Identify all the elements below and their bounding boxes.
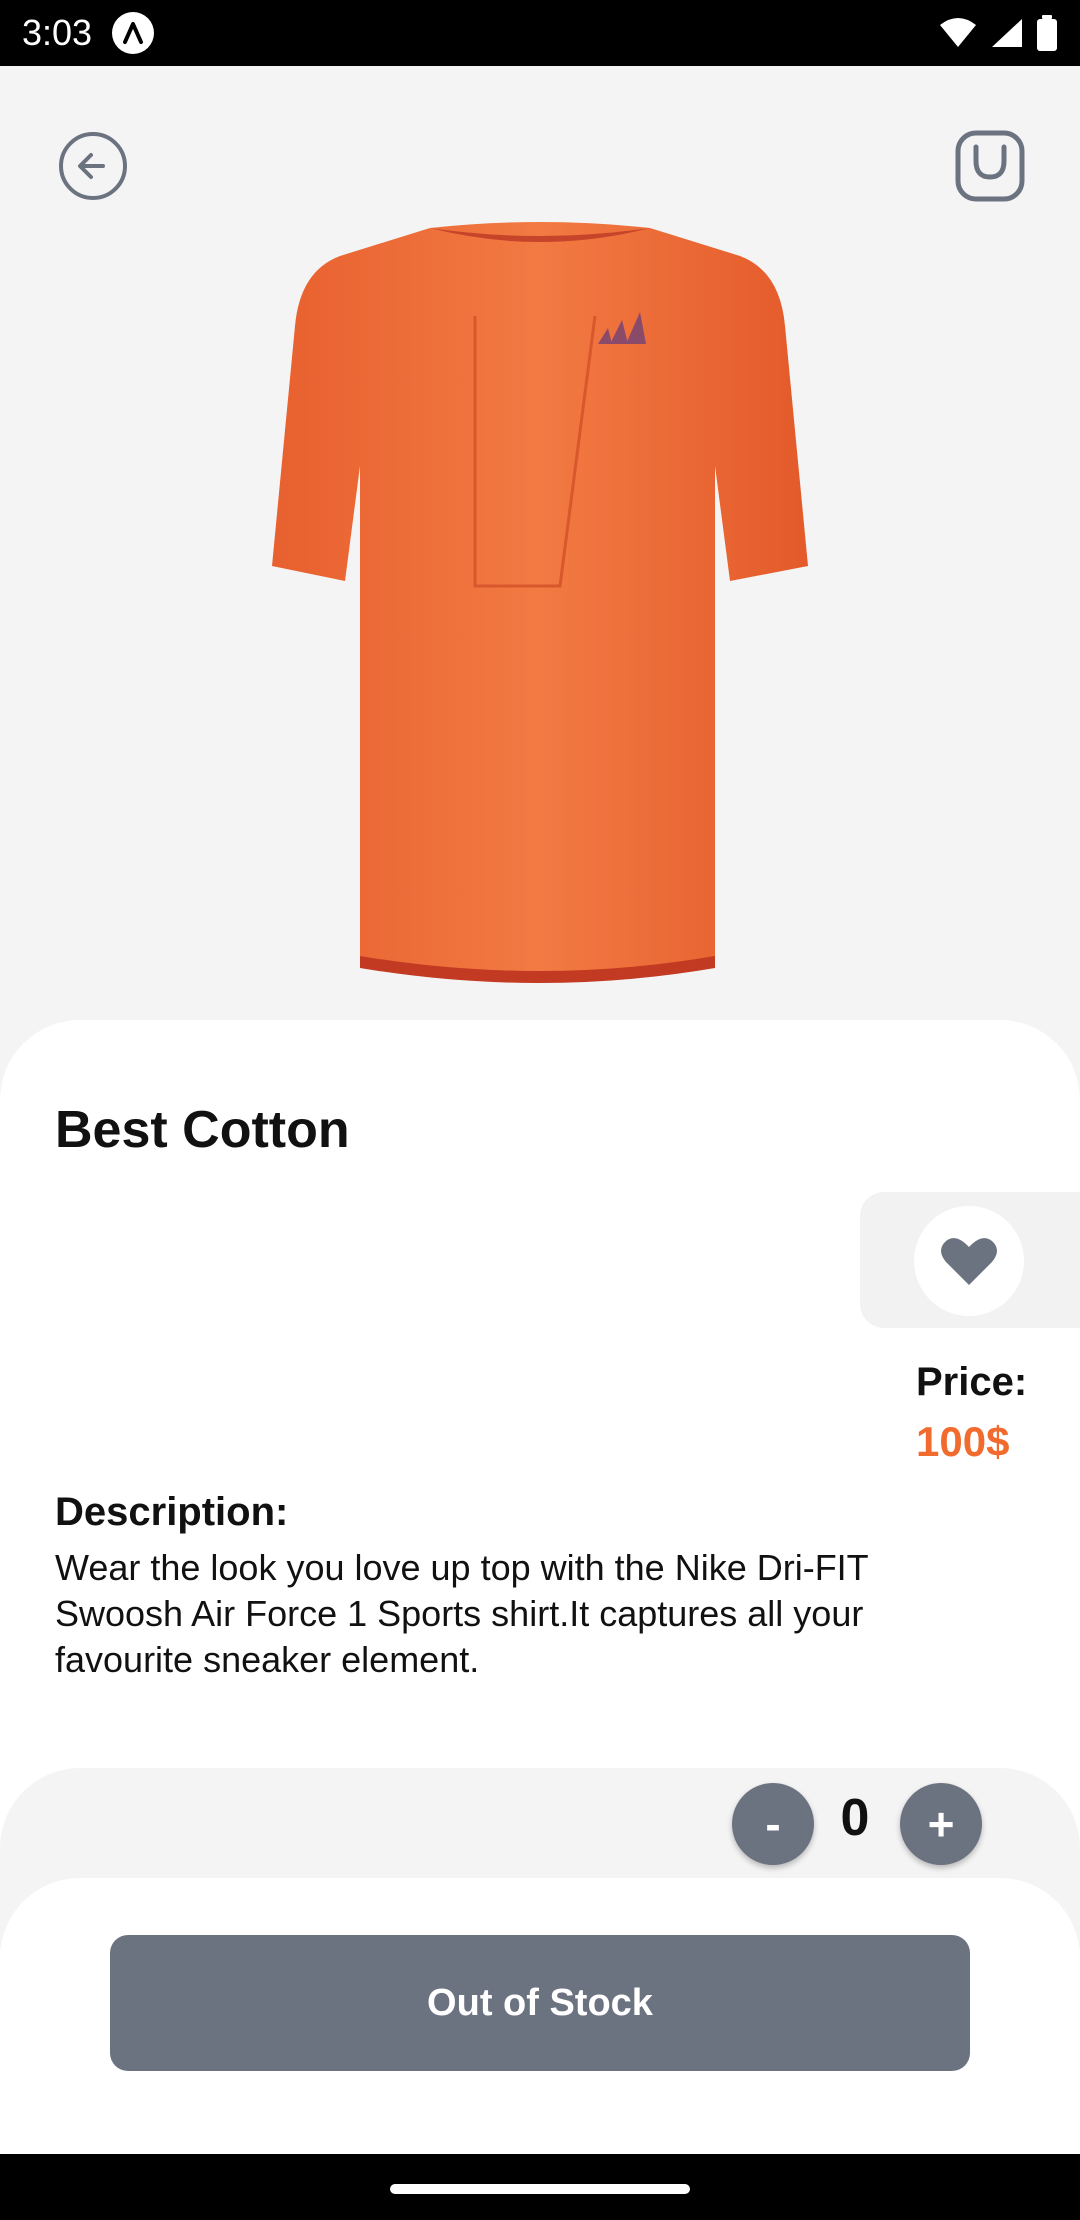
- signal-icon: [992, 19, 1022, 47]
- product-image: [272, 222, 808, 983]
- wifi-icon: [940, 18, 976, 47]
- status-icons: [938, 12, 1058, 54]
- favorite-button[interactable]: [914, 1206, 1024, 1316]
- heart-icon: [941, 1238, 997, 1285]
- arrow-left-circle-icon: [59, 132, 127, 200]
- product-hero: [0, 66, 1080, 1046]
- favorite-container: [860, 1192, 1080, 1328]
- back-button[interactable]: [53, 126, 133, 206]
- shopping-bag-icon: [955, 130, 1025, 202]
- product-title: Best Cotton: [55, 1101, 350, 1159]
- app-notification-icon: [112, 12, 154, 54]
- system-nav-bar: [0, 2154, 1080, 2220]
- price-label: Price:: [916, 1360, 1028, 1404]
- quantity-value: 0: [840, 1789, 870, 1847]
- bottom-action-panel: Out of Stock: [0, 1878, 1080, 2154]
- out-of-stock-button[interactable]: Out of Stock: [110, 1935, 970, 2071]
- decrease-quantity-button[interactable]: -: [732, 1783, 814, 1865]
- status-bar: 3:03: [0, 0, 1080, 66]
- home-indicator[interactable]: [390, 2184, 690, 2194]
- status-time: 3:03: [22, 12, 93, 53]
- description-label: Description:: [55, 1490, 289, 1534]
- shopping-bag-button[interactable]: [950, 126, 1030, 206]
- description-text: Wear the look you love up top with the N…: [55, 1547, 869, 1680]
- price-value: 100$: [916, 1418, 1010, 1465]
- increase-quantity-button[interactable]: +: [900, 1783, 982, 1865]
- battery-icon: [1037, 15, 1057, 51]
